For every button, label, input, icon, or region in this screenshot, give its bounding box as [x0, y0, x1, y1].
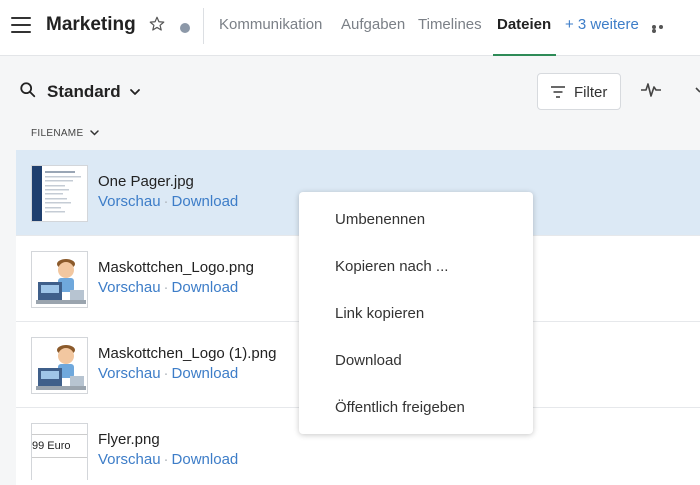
download-link[interactable]: Download	[172, 193, 239, 210]
mascot-thumbnail[interactable]	[31, 251, 88, 308]
status-dot	[180, 23, 190, 33]
menu-item-download[interactable]: Download	[299, 341, 533, 381]
document-thumbnail[interactable]	[31, 165, 88, 222]
flyer-line	[32, 457, 87, 458]
link-separator: ·	[163, 451, 169, 468]
activity-icon[interactable]	[640, 81, 662, 99]
download-link[interactable]: Download	[172, 279, 239, 296]
file-actions: Vorschau · Download	[98, 365, 238, 382]
toolbar: Standard Filter	[0, 57, 700, 119]
flyer-line	[32, 434, 87, 435]
chevron-down-icon[interactable]	[128, 85, 142, 99]
more-options-icon[interactable]	[652, 25, 672, 33]
tab-aufgaben[interactable]: Aufgaben	[341, 16, 405, 33]
file-actions: Vorschau · Download	[98, 451, 238, 468]
menu-item-copy-link[interactable]: Link kopieren	[299, 294, 533, 334]
view-selector[interactable]: Standard	[47, 82, 121, 102]
file-name[interactable]: Maskottchen_Logo.png	[98, 259, 254, 276]
download-link[interactable]: Download	[172, 451, 239, 468]
flyer-thumbnail-text: 99 Euro	[32, 440, 71, 452]
preview-link[interactable]: Vorschau	[98, 365, 161, 382]
preview-link[interactable]: Vorschau	[98, 193, 161, 210]
menu-item-rename[interactable]: Umbenennen	[299, 200, 533, 240]
link-separator: ·	[163, 193, 169, 210]
download-link[interactable]: Download	[172, 365, 239, 382]
file-name[interactable]: Flyer.png	[98, 431, 160, 448]
hamburger-menu-icon[interactable]	[11, 17, 31, 33]
file-name[interactable]: Maskottchen_Logo (1).png	[98, 345, 276, 362]
tab-dateien[interactable]: Dateien	[497, 16, 551, 33]
file-name[interactable]: One Pager.jpg	[98, 173, 194, 190]
link-separator: ·	[163, 365, 169, 382]
preview-link[interactable]: Vorschau	[98, 451, 161, 468]
search-icon[interactable]	[19, 81, 37, 99]
preview-link[interactable]: Vorschau	[98, 279, 161, 296]
filter-button[interactable]: Filter	[537, 73, 621, 110]
tab-more-link[interactable]: + 3 weitere	[565, 16, 639, 33]
flyer-thumbnail[interactable]: 99 Euro	[31, 423, 88, 480]
top-header: Marketing Kommunikation Aufgaben Timelin…	[0, 0, 700, 56]
context-menu: Umbenennen Kopieren nach ... Link kopier…	[299, 192, 533, 434]
document-thumbnail-image	[32, 166, 81, 221]
overflow-icon[interactable]	[690, 81, 700, 99]
mascot-thumbnail[interactable]	[31, 337, 88, 394]
filter-button-label: Filter	[574, 84, 608, 101]
menu-item-share-public[interactable]: Öffentlich freigeben	[299, 388, 533, 428]
file-actions: Vorschau · Download	[98, 279, 238, 296]
mascot-thumbnail-image	[36, 345, 86, 390]
file-actions: Vorschau · Download	[98, 193, 238, 210]
menu-item-copy-to[interactable]: Kopieren nach ...	[299, 247, 533, 287]
sort-chevron-icon[interactable]	[89, 128, 100, 138]
page-title: Marketing	[46, 14, 136, 35]
tab-kommunikation[interactable]: Kommunikation	[219, 16, 322, 33]
column-header-filename[interactable]: FILENAME	[31, 128, 83, 139]
active-tab-indicator	[493, 54, 556, 56]
link-separator: ·	[163, 279, 169, 296]
filter-icon	[551, 86, 565, 98]
header-divider	[203, 8, 204, 44]
mascot-thumbnail-image	[36, 259, 86, 304]
star-icon[interactable]	[148, 15, 166, 33]
tab-timelines[interactable]: Timelines	[418, 16, 482, 33]
